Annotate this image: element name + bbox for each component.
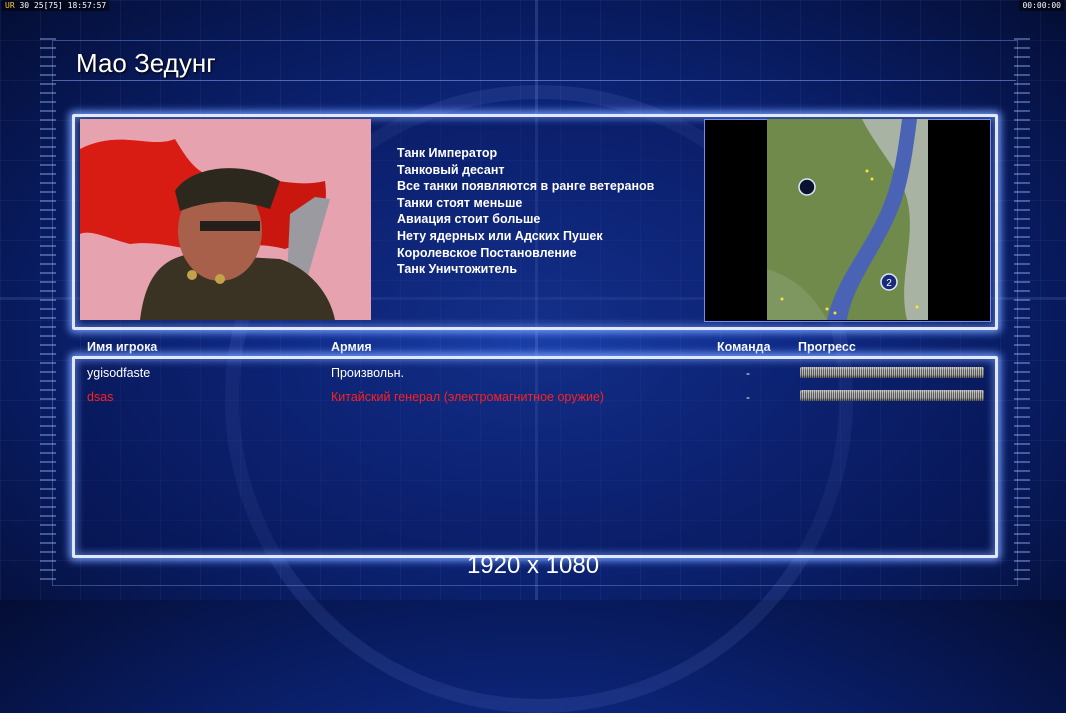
fps-bracket: [75]	[43, 1, 63, 10]
player-progress-bar	[800, 390, 984, 401]
players-panel	[72, 356, 998, 558]
general-portrait	[80, 119, 371, 320]
fps-overlay: UR 30 25[75] 18:57:57	[2, 0, 110, 11]
game-timer: 00:00:00	[1019, 0, 1064, 11]
minimap-start-label: 2	[886, 278, 892, 289]
player-army: Произвольн.	[331, 366, 404, 380]
feature-item: Танки стоят меньше	[397, 195, 523, 210]
general-name-title: Мао Зедунг	[76, 48, 216, 78]
minimap-image: 2	[767, 119, 928, 320]
header-progress: Прогресс	[798, 340, 856, 354]
fps-label: UR	[5, 1, 15, 10]
fps-extra: 25	[33, 1, 44, 10]
resolution-label: 1920 x 1080	[466, 552, 600, 579]
player-progress-bar	[800, 367, 984, 378]
fps-value: 30	[19, 1, 30, 10]
header-team: Команда	[717, 340, 771, 354]
feature-item: Танковый десант	[397, 162, 505, 177]
player-name: ygisodfaste	[87, 366, 151, 380]
player-name: dsas	[87, 390, 114, 404]
player-team: -	[746, 366, 750, 380]
minimap: 2	[767, 119, 928, 320]
clock: 18:57:57	[67, 1, 107, 10]
feature-item: Авиация стоит больше	[397, 212, 541, 227]
feature-item: Королевское Постановление	[397, 245, 577, 260]
general-portrait-image	[80, 119, 371, 320]
feature-item: Нету ядерных или Адских Пушек	[397, 228, 603, 243]
feature-item: Танк Император	[397, 146, 498, 160]
header-army: Армия	[331, 340, 372, 354]
header-player-name: Имя игрока	[87, 340, 158, 354]
minimap-start-marker-1	[798, 178, 816, 196]
player-team: -	[746, 390, 750, 404]
feature-item: Танк Уничтожитель	[397, 262, 518, 277]
player-army: Китайский генерал (электромагнитное оруж…	[331, 390, 605, 404]
feature-item: Все танки появляются в ранге ветеранов	[397, 179, 655, 194]
general-features-list: Танк Император Танковый десант Все танки…	[397, 145, 697, 278]
title-divider	[52, 80, 1016, 81]
